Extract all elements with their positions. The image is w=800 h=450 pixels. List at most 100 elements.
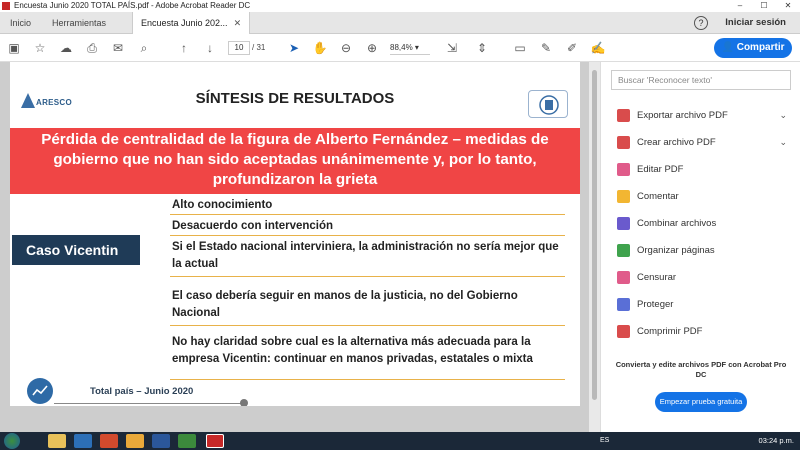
tool-label: Comentar	[637, 191, 679, 202]
research-logo	[528, 90, 568, 118]
acrobat-taskbar-icon[interactable]	[206, 434, 224, 448]
powerpoint-icon[interactable]	[100, 434, 118, 448]
previous-page-icon[interactable]: ↑	[176, 40, 192, 56]
tools-list: Exportar archivo PDF ⌄ Crear archivo PDF ⌄…	[611, 102, 791, 345]
zoom-select[interactable]: 88,4% ▾	[390, 41, 430, 55]
main-toolbar: ▣ ☆ ☁ ⎙ ✉ ⌕ ↑ ↓ 10 / 31 ➤ ✋ ⊖ ⊕ 88,4% ▾ …	[0, 34, 800, 62]
combine-files-icon	[617, 217, 630, 230]
vertical-scrollbar[interactable]	[589, 62, 600, 432]
export-pdf-icon	[617, 109, 630, 122]
finding-item: Si el Estado nacional interviniera, la a…	[170, 236, 565, 277]
finding-item: No hay claridad sobre cual es la alterna…	[170, 326, 565, 380]
word-icon[interactable]	[152, 434, 170, 448]
shield-icon	[617, 298, 630, 311]
left-panel-toggle[interactable]	[0, 62, 10, 432]
windows-taskbar: ES 03:24 p.m.	[0, 432, 800, 450]
tab-inicio[interactable]: Inicio	[2, 12, 39, 34]
chevron-down-icon[interactable]: ⌄	[779, 102, 787, 129]
tool-label: Editar PDF	[637, 164, 684, 175]
finding-item: Alto conocimiento	[170, 194, 565, 215]
sign-icon[interactable]: ✍	[590, 40, 606, 56]
language-indicator[interactable]: ES	[600, 432, 609, 450]
system-clock[interactable]: 03:24 p.m.	[759, 432, 794, 450]
research-logo-icon	[539, 95, 559, 115]
media-player-icon[interactable]	[74, 434, 92, 448]
next-page-icon[interactable]: ↓	[202, 40, 218, 56]
tab-document-label: Encuesta Junio 202...	[141, 18, 228, 28]
share-button[interactable]: 👤 Compartir	[714, 38, 792, 58]
tool-label: Exportar archivo PDF	[637, 110, 728, 121]
tool-export-pdf[interactable]: Exportar archivo PDF ⌄	[611, 102, 791, 129]
tool-combine[interactable]: Combinar archivos	[611, 210, 791, 237]
page-title: SÍNTESIS DE RESULTADOS	[195, 90, 395, 107]
zoom-in-icon[interactable]: ⊕	[364, 40, 380, 56]
window-title: Encuesta Junio 2020 TOTAL PAÍS.pdf - Ado…	[14, 1, 251, 10]
help-icon[interactable]: ?	[694, 16, 708, 30]
free-trial-button[interactable]: Empezar prueba gratuita	[655, 392, 747, 412]
acrobat-icon	[2, 2, 10, 10]
scrollbar-thumb[interactable]	[592, 70, 597, 400]
hand-tool-icon[interactable]: ✋	[312, 40, 328, 56]
comment-tool-icon	[617, 190, 630, 203]
bookmark-star-icon[interactable]: ☆	[32, 40, 48, 56]
horizontal-scrollbar[interactable]	[10, 406, 589, 432]
redact-icon	[617, 271, 630, 284]
tool-label: Crear archivo PDF	[637, 137, 716, 148]
comment-icon[interactable]: ▭	[512, 40, 528, 56]
start-button[interactable]	[4, 433, 20, 449]
draw-icon[interactable]: ✐	[564, 40, 580, 56]
tool-label: Censurar	[637, 272, 677, 283]
tool-comment[interactable]: Comentar	[611, 183, 791, 210]
close-tab-icon[interactable]: ✕	[234, 18, 242, 28]
upsell-text: Convierta y edite archivos PDF con Acrob…	[615, 360, 787, 379]
highlight-pen-icon[interactable]: ✎	[538, 40, 554, 56]
create-pdf-icon	[617, 136, 630, 149]
finding-item: El caso debería seguir en manos de la ju…	[170, 277, 565, 326]
search-icon[interactable]: ⌕	[136, 40, 152, 56]
window-title-bar: Encuesta Junio 2020 TOTAL PAÍS.pdf - Ado…	[0, 0, 800, 12]
tool-organize[interactable]: Organizar páginas	[611, 237, 791, 264]
explorer-icon[interactable]	[48, 434, 66, 448]
document-viewport[interactable]: ARESCO SÍNTESIS DE RESULTADOS Pérdida de…	[0, 62, 600, 432]
print-icon[interactable]: ⎙	[84, 40, 100, 56]
upload-cloud-icon[interactable]: ☁	[58, 40, 74, 56]
email-icon[interactable]: ✉	[110, 40, 126, 56]
minimize-button[interactable]: –	[728, 0, 752, 12]
trend-line-icon	[32, 385, 48, 396]
tab-document[interactable]: Encuesta Junio 202... ✕	[132, 12, 251, 35]
close-button[interactable]: ✕	[776, 0, 800, 12]
tool-label: Organizar páginas	[637, 245, 715, 256]
tool-label: Combinar archivos	[637, 218, 717, 229]
window-controls: – ☐ ✕	[728, 0, 800, 12]
tab-herramientas[interactable]: Herramientas	[44, 12, 114, 34]
findings-list: Alto conocimiento Desacuerdo con interve…	[170, 194, 565, 380]
footer-divider	[54, 403, 244, 404]
share-label: Compartir	[736, 42, 785, 53]
tool-label: Proteger	[637, 299, 674, 310]
tool-edit-pdf[interactable]: Editar PDF	[611, 156, 791, 183]
tools-search-input[interactable]: Buscar 'Reconocer texto'	[611, 70, 791, 90]
zoom-value: 88,4%	[390, 43, 413, 52]
tool-compress[interactable]: Comprimir PDF	[611, 318, 791, 345]
pdf-page: ARESCO SÍNTESIS DE RESULTADOS Pérdida de…	[10, 62, 580, 407]
zoom-out-icon[interactable]: ⊖	[338, 40, 354, 56]
compress-pdf-icon	[617, 325, 630, 338]
chrome-icon[interactable]	[126, 434, 144, 448]
chevron-down-icon[interactable]: ⌄	[779, 129, 787, 156]
organize-pages-icon	[617, 244, 630, 257]
maximize-button[interactable]: ☐	[752, 0, 776, 12]
scroll-mode-icon[interactable]: ⇕	[474, 40, 490, 56]
page-number-input[interactable]: 10	[228, 41, 250, 55]
tool-protect[interactable]: Proteger	[611, 291, 791, 318]
trend-chart-icon	[27, 378, 53, 404]
save-icon[interactable]: ▣	[6, 40, 22, 56]
select-cursor-icon[interactable]: ➤	[286, 40, 302, 56]
tool-redact[interactable]: Censurar	[611, 264, 791, 291]
tools-panel: Buscar 'Reconocer texto' Exportar archiv…	[600, 62, 800, 432]
headline-banner: Pérdida de centralidad de la figura de A…	[10, 128, 580, 194]
signin-button[interactable]: Iniciar sesión	[725, 12, 786, 34]
page-fit-icon[interactable]: ⇲	[444, 40, 460, 56]
page-total: / 31	[252, 43, 266, 52]
excel-icon[interactable]	[178, 434, 196, 448]
tool-create-pdf[interactable]: Crear archivo PDF ⌄	[611, 129, 791, 156]
